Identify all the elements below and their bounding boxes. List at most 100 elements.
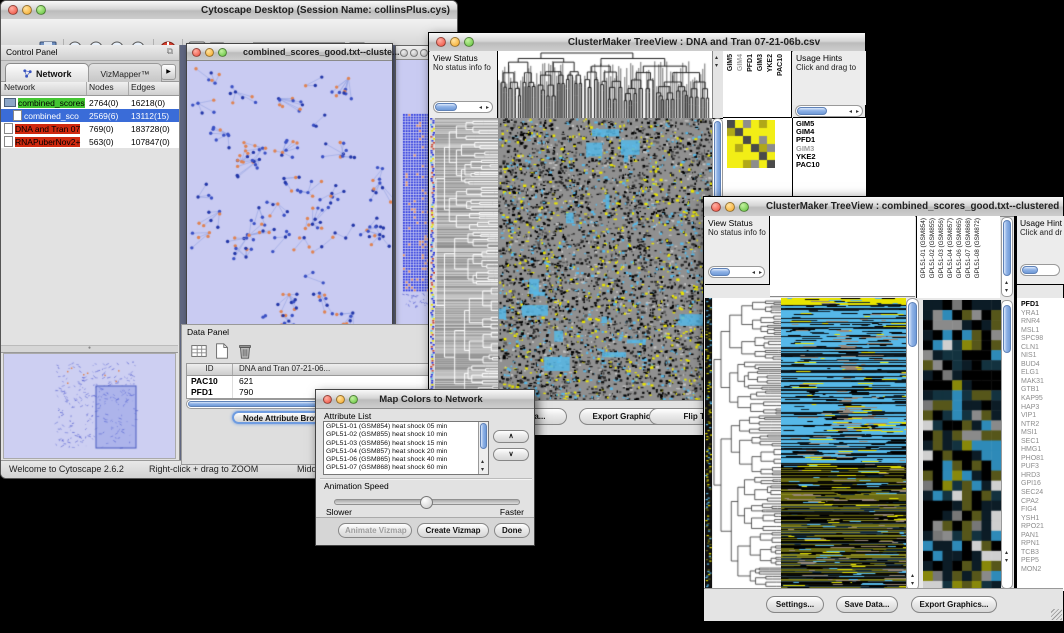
gene-row-label[interactable]: RPN1 (1021, 540, 1064, 549)
gene-row-label[interactable]: TCB3 (1021, 549, 1064, 558)
create-vizmap-button[interactable]: Create Vizmap (417, 523, 489, 538)
zoom-icon[interactable] (464, 37, 474, 47)
gene-row-label[interactable]: PFD1 (1021, 301, 1064, 310)
minimize-icon[interactable] (336, 395, 345, 404)
attribute-list-scrollbar[interactable]: ▴▾ (478, 422, 488, 474)
close-icon[interactable] (711, 202, 721, 212)
view-status-scrollbar[interactable]: ◂▸ (708, 266, 765, 278)
array-column-label[interactable]: GPL51-02 (GSM855) (929, 218, 936, 278)
gene-row-label[interactable]: MON2 (1021, 566, 1064, 575)
gene-column-label[interactable]: GIM5 (727, 54, 734, 71)
array-column-label[interactable]: GPL51-07 (GSM868) (965, 218, 972, 278)
gene-row-label[interactable]: VIP1 (1021, 412, 1064, 421)
close-icon[interactable] (400, 49, 408, 57)
tv1-heatmap[interactable] (498, 118, 712, 403)
gene-row-label[interactable]: PAC10 (796, 161, 866, 169)
gene-row-label[interactable]: PAN1 (1021, 532, 1064, 541)
col-edges[interactable]: Edges (129, 82, 179, 95)
gene-row-label[interactable]: RPO21 (1021, 523, 1064, 532)
move-down-button[interactable]: ∨ (493, 448, 529, 461)
network-window-1[interactable]: combined_scores_good.txt--cluste... (186, 43, 393, 368)
gene-row-label[interactable]: PUF3 (1021, 463, 1064, 472)
gene-column-label[interactable]: GIM3 (757, 54, 764, 71)
zoom-icon[interactable] (420, 49, 428, 57)
gene-row-label[interactable]: MSL1 (1021, 327, 1064, 336)
minimize-icon[interactable] (410, 49, 418, 57)
network-row[interactable]: RNAPuberNov2+563(0)107847(0) (1, 135, 179, 148)
zoom-icon[interactable] (36, 5, 46, 15)
usage-hints-scrollbar[interactable]: ◂▸ (795, 105, 863, 117)
done-button[interactable]: Done (494, 523, 530, 538)
tab-network[interactable]: Network (5, 63, 89, 82)
usage-hints-scrollbar[interactable] (1020, 264, 1060, 276)
tv2-detail-vscrollbar[interactable]: ▴▾ (1001, 300, 1013, 589)
float-panel-icon[interactable]: ⧉ (167, 46, 173, 57)
zoom-icon[interactable] (739, 202, 749, 212)
network-row[interactable]: combined_scores2764(0)16218(0) (1, 96, 179, 109)
gene-column-label[interactable]: PAC10 (777, 54, 784, 76)
save-data-button[interactable]: Save Data... (836, 596, 898, 613)
gene-row-label[interactable]: NIS1 (1021, 352, 1064, 361)
main-titlebar[interactable]: Cytoscape Desktop (Session Name: collins… (1, 1, 457, 20)
gene-column-label[interactable]: GIM4 (737, 54, 744, 71)
gene-row-label[interactable]: HAP3 (1021, 404, 1064, 413)
gene-row-label[interactable]: FIG4 (1021, 506, 1064, 515)
attribute-item[interactable]: GPL51-02 (GSM855) heat shock 10 min (326, 431, 488, 439)
minimize-icon[interactable] (205, 48, 214, 57)
attribute-item[interactable]: GPL51-04 (GSM857) heat shock 20 min (326, 448, 488, 456)
gene-row-label[interactable]: GTB1 (1021, 386, 1064, 395)
gene-column-label[interactable]: PFD1 (747, 54, 754, 72)
tv2-row-dendrogram[interactable] (713, 298, 781, 591)
gene-row-label[interactable]: CLN1 (1021, 344, 1064, 353)
attribute-item[interactable]: GPL51-01 (GSM854) heat shock 05 min (326, 423, 488, 431)
attribute-item[interactable]: GPL51-07 (GSM868) heat shock 60 min (326, 464, 488, 472)
gene-row-label[interactable]: BUD4 (1021, 361, 1064, 370)
resize-grip[interactable] (1051, 609, 1062, 620)
id-column-header[interactable]: ID (187, 364, 233, 375)
zoom-icon[interactable] (218, 48, 227, 57)
gene-row-label[interactable]: MSI1 (1021, 429, 1064, 438)
gene-row-label[interactable]: ELG1 (1021, 369, 1064, 378)
zoom-icon[interactable] (349, 395, 358, 404)
value-column-header[interactable]: DNA and Tran 07-21-06... (233, 364, 441, 375)
tv2-detail-heatmap[interactable] (923, 300, 1001, 591)
settings-button[interactable]: Settings... (766, 596, 824, 613)
array-column-label[interactable]: GPL51-04 (GSM857) (947, 218, 954, 278)
array-column-label[interactable]: GPL51-01 (GSM854) (920, 218, 927, 278)
tv1-row-dendrogram[interactable] (435, 118, 498, 403)
gene-row-label[interactable]: HRD3 (1021, 472, 1064, 481)
col-nodes[interactable]: Nodes (87, 82, 129, 95)
gene-row-label[interactable]: YRA1 (1021, 310, 1064, 319)
animate-vizmap-button[interactable]: Animate Vizmap (338, 523, 412, 538)
export-graphics-button[interactable]: Export Graphics... (911, 596, 997, 613)
gene-column-label[interactable]: YKE2 (767, 54, 774, 72)
array-column-label[interactable]: GPL51-08 (GSM872) (974, 218, 981, 278)
gene-row-label[interactable]: GPI16 (1021, 480, 1064, 489)
gene-row-label[interactable]: MAK31 (1021, 378, 1064, 387)
attribute-list[interactable]: GPL51-01 (GSM854) heat shock 05 minGPL51… (323, 421, 489, 475)
minimize-icon[interactable] (22, 5, 32, 15)
attribute-item[interactable]: GPL51-03 (GSM856) heat shock 15 min (326, 440, 488, 448)
network-overview-canvas[interactable] (4, 354, 174, 454)
gene-row-label[interactable]: SPC98 (1021, 335, 1064, 344)
tv2-vscrollbar[interactable]: ▴▾ (906, 298, 919, 591)
minimize-icon[interactable] (725, 202, 735, 212)
gene-row-label[interactable]: YSH1 (1021, 515, 1064, 524)
gene-row-label[interactable]: RNR4 (1021, 318, 1064, 327)
gene-row-label[interactable]: SEC24 (1021, 489, 1064, 498)
animation-speed-slider[interactable] (334, 499, 520, 505)
gene-row-label[interactable]: PHO81 (1021, 455, 1064, 464)
gene-row-label[interactable]: HMG1 (1021, 446, 1064, 455)
close-icon[interactable] (436, 37, 446, 47)
gene-row-label[interactable]: CPA2 (1021, 498, 1064, 507)
tab-overflow-button[interactable]: ▶ (161, 64, 176, 80)
array-column-label[interactable]: GPL51-06 (GSM865) (956, 218, 963, 278)
network-row[interactable]: DNA and Tran 07769(0)183728(0) (1, 122, 179, 135)
tv1-summary-heatmap[interactable] (727, 120, 775, 168)
close-icon[interactable] (192, 48, 201, 57)
array-column-label[interactable]: GPL51-03 (GSM856) (938, 218, 945, 278)
tv2-column-dendrogram[interactable] (770, 216, 915, 297)
network-overview-panel[interactable] (3, 353, 176, 459)
col-network[interactable]: Network (1, 82, 87, 95)
view-status-scrollbar[interactable]: ◂▸ (433, 101, 493, 113)
